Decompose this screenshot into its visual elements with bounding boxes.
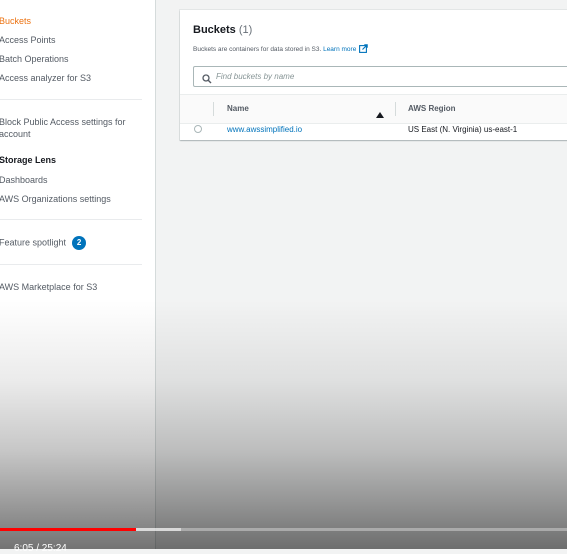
sidebar-section-storage-lens: Storage Lens: [0, 155, 57, 165]
sidebar-item-block-public-access[interactable]: Block Public Access settings for account: [0, 116, 134, 140]
sort-ascending-icon[interactable]: [376, 105, 384, 123]
bucket-name-link[interactable]: www.awssimplified.io: [227, 125, 302, 134]
sidebar-item-marketplace[interactable]: AWS Marketplace for S3: [0, 281, 97, 293]
column-separator: [395, 102, 396, 116]
sidebar-item-feature-spotlight[interactable]: Feature spotlight 2: [0, 236, 87, 250]
panel-title: Buckets (1): [193, 24, 252, 36]
panel-title-text: Buckets: [193, 24, 236, 36]
sidebar-nav: Buckets Access Points Batch Operations A…: [0, 0, 156, 549]
sidebar-divider: [0, 219, 142, 220]
sidebar-item-label: Feature spotlight: [0, 237, 67, 248]
panel-description: Buckets are containers for data stored i…: [193, 44, 369, 55]
table-header: Name AWS Region: [180, 94, 567, 124]
column-header-region[interactable]: AWS Region: [408, 104, 456, 113]
sidebar-item-organizations-settings[interactable]: AWS Organizations settings: [0, 193, 111, 205]
table-row[interactable]: www.awssimplified.io US East (N. Virgini…: [180, 122, 567, 140]
external-link-icon[interactable]: [359, 44, 369, 55]
column-separator: [213, 102, 214, 116]
search-input[interactable]: [216, 69, 516, 84]
bucket-count: (1): [238, 24, 253, 36]
description-text: Buckets are containers for data stored i…: [193, 46, 322, 54]
notification-badge: 2: [72, 236, 87, 250]
bucket-region: US East (N. Virginia) us-east-1: [408, 125, 518, 134]
video-progress-bar[interactable]: [0, 528, 567, 531]
sidebar-divider: [0, 264, 142, 265]
sidebar-item-buckets[interactable]: Buckets: [0, 15, 31, 27]
sidebar-item-dashboards[interactable]: Dashboards: [0, 174, 48, 186]
column-header-name[interactable]: Name: [227, 104, 249, 113]
row-select-radio[interactable]: [194, 125, 202, 133]
buckets-panel: Buckets (1) Buckets are containers for d…: [180, 10, 567, 140]
search-icon: [202, 71, 212, 89]
search-field[interactable]: [193, 66, 567, 87]
sidebar-divider: [0, 99, 142, 100]
sidebar-item-batch-operations[interactable]: Batch Operations: [0, 53, 69, 65]
learn-more-link[interactable]: Learn more: [323, 46, 356, 53]
sidebar-item-access-analyzer[interactable]: Access analyzer for S3: [0, 72, 91, 84]
video-played-bar: [0, 528, 137, 531]
sidebar-item-access-points[interactable]: Access Points: [0, 34, 56, 46]
